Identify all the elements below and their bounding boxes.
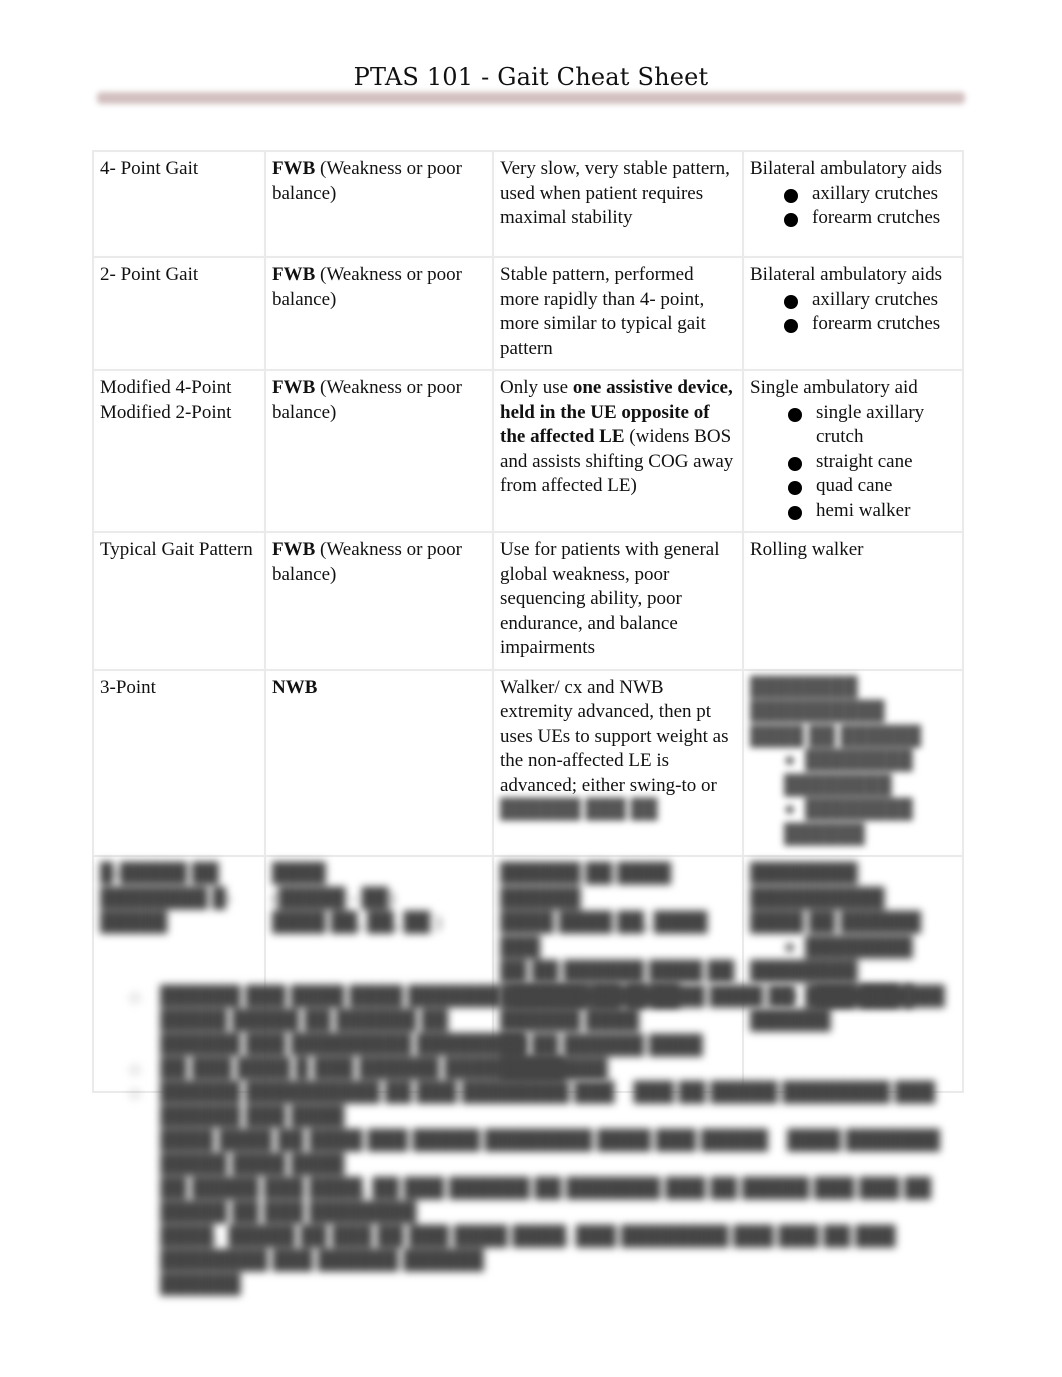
obscured-device-content: ████████ ██████████ ████ ██ ██████ ● ███… — [750, 676, 922, 845]
weight-bearing-cell: FWB (Weakness or poor balance) — [264, 369, 494, 533]
gait-pattern-line: Modified 4-Point — [100, 377, 232, 398]
bullet-icon — [130, 993, 140, 1003]
device-label: forearm crutches — [812, 207, 941, 228]
description-cell: Use for patients with general global wea… — [492, 531, 744, 671]
document-title: PTAS 101 - Gait Cheat Sheet — [353, 63, 709, 91]
device-cell: Single ambulatory aid single axillary cr… — [742, 369, 964, 533]
device-cell: Bilateral ambulatory aids axillary crutc… — [742, 256, 964, 371]
bullet-icon — [130, 1065, 140, 1075]
description-cell: Walker/ cx and NWB extremity advanced, t… — [492, 668, 744, 857]
device-heading: Single ambulatory aid — [750, 377, 918, 398]
bullet-icon — [788, 481, 802, 495]
bullet-icon — [784, 319, 798, 333]
gait-pattern-cell: Typical Gait Pattern — [92, 531, 266, 671]
description-cell: Stable pattern, performed more rapidly t… — [492, 256, 744, 371]
gait-pattern-cell: Modified 4-Point Modified 2-Point — [92, 369, 266, 533]
note-item: ██████ ███ ████ ████ ███████ ██████ ████… — [130, 985, 960, 1057]
device-item: single axillary crutch — [788, 401, 956, 450]
bullet-icon — [784, 188, 798, 203]
obscured-text: ██████ ███ ██ — [500, 799, 658, 820]
weight-bearing-cell: NWB — [264, 668, 494, 857]
device-label: forearm crutches — [812, 313, 941, 334]
device-item: forearm crutches — [784, 312, 956, 337]
device-list: single axillary crutch straight cane qua… — [750, 401, 956, 524]
device-item: forearm crutches — [784, 206, 956, 231]
device-item: axillary crutches — [784, 288, 956, 313]
device-item: hemi walker — [788, 499, 956, 524]
bullet-icon — [788, 505, 802, 520]
description-cell: Only use one assistive device, held in t… — [492, 369, 744, 533]
weight-bearing-status: FWB — [272, 377, 316, 398]
notes-list: ██████ ███ ████ ████ ███████ ██████ ████… — [130, 985, 960, 1297]
title-divider — [97, 92, 965, 104]
obscured-text: █-█████ ██ ████████ █-█████ — [100, 863, 233, 933]
device-item: quad cane — [788, 474, 956, 499]
description-cell: Very slow, very stable pattern, used whe… — [492, 150, 744, 258]
device-cell: Rolling walker — [742, 531, 964, 671]
device-label: hemi walker — [816, 499, 911, 521]
table-row: Modified 4-Point Modified 2-Point FWB (W… — [92, 369, 964, 533]
gait-pattern-cell: 2- Point Gait — [92, 256, 266, 371]
weight-bearing-status: NWB — [272, 676, 318, 698]
weight-bearing-status: FWB — [272, 264, 316, 285]
notes-section: ██████ ███ ████ ████ ███████ ██████ ████… — [130, 985, 960, 1297]
bullet-icon — [784, 294, 798, 309]
note-item: ██ ███ ████ █ ███ ██████ █████████ — [130, 1057, 960, 1081]
note-item: ██████ ██████████ ██ ███ ████████ ███ ██… — [130, 1081, 960, 1297]
gait-pattern-cell: 3-Point — [92, 668, 266, 857]
device-item: axillary crutches — [784, 182, 956, 207]
device-item: straight cane — [788, 450, 956, 475]
device-heading: Bilateral ambulatory aids — [750, 264, 943, 285]
device-label: quad cane — [816, 475, 893, 496]
table-row: 3-Point NWB Walker/ cx and NWB extremity… — [92, 668, 964, 857]
device-label: axillary crutches — [812, 288, 939, 310]
table-row: 2- Point Gait FWB (Weakness or poor bala… — [92, 256, 964, 371]
device-label: straight cane — [816, 450, 913, 472]
device-label: single axillary crutch — [816, 401, 925, 448]
bullet-icon — [788, 407, 802, 422]
weight-bearing-status: FWB — [272, 539, 316, 560]
description-text: Walker/ cx and NWB extremity advanced, t… — [500, 676, 729, 796]
table-row: Typical Gait Pattern FWB (Weakness or po… — [92, 531, 964, 671]
weight-bearing-cell: FWB (Weakness or poor balance) — [264, 531, 494, 671]
bullet-icon — [130, 1089, 140, 1099]
gait-pattern-cell: 4- Point Gait — [92, 150, 266, 258]
device-list: axillary crutches forearm crutches — [750, 288, 956, 337]
device-heading: Bilateral ambulatory aids — [750, 158, 943, 179]
obscured-text: ████ (█████ - ██) ████ ██, ██, ██ ) — [272, 863, 442, 933]
table-row: 4- Point Gait FWB (Weakness or poor bala… — [92, 150, 964, 258]
device-list: axillary crutches forearm crutches — [750, 182, 956, 231]
description-text: Only use — [500, 377, 573, 398]
weight-bearing-status: FWB — [272, 158, 316, 179]
gait-table: 4- Point Gait FWB (Weakness or poor bala… — [92, 150, 964, 1093]
bullet-icon — [784, 213, 798, 227]
device-label: axillary crutches — [812, 182, 939, 204]
device-cell: ████████ ██████████ ████ ██ ██████ ● ███… — [742, 668, 964, 857]
weight-bearing-cell: FWB (Weakness or poor balance) — [264, 256, 494, 371]
device-cell: Bilateral ambulatory aids axillary crutc… — [742, 150, 964, 258]
bullet-icon — [788, 456, 802, 471]
weight-bearing-cell: FWB (Weakness or poor balance) — [264, 150, 494, 258]
gait-pattern-line: Modified 2-Point — [100, 401, 232, 423]
